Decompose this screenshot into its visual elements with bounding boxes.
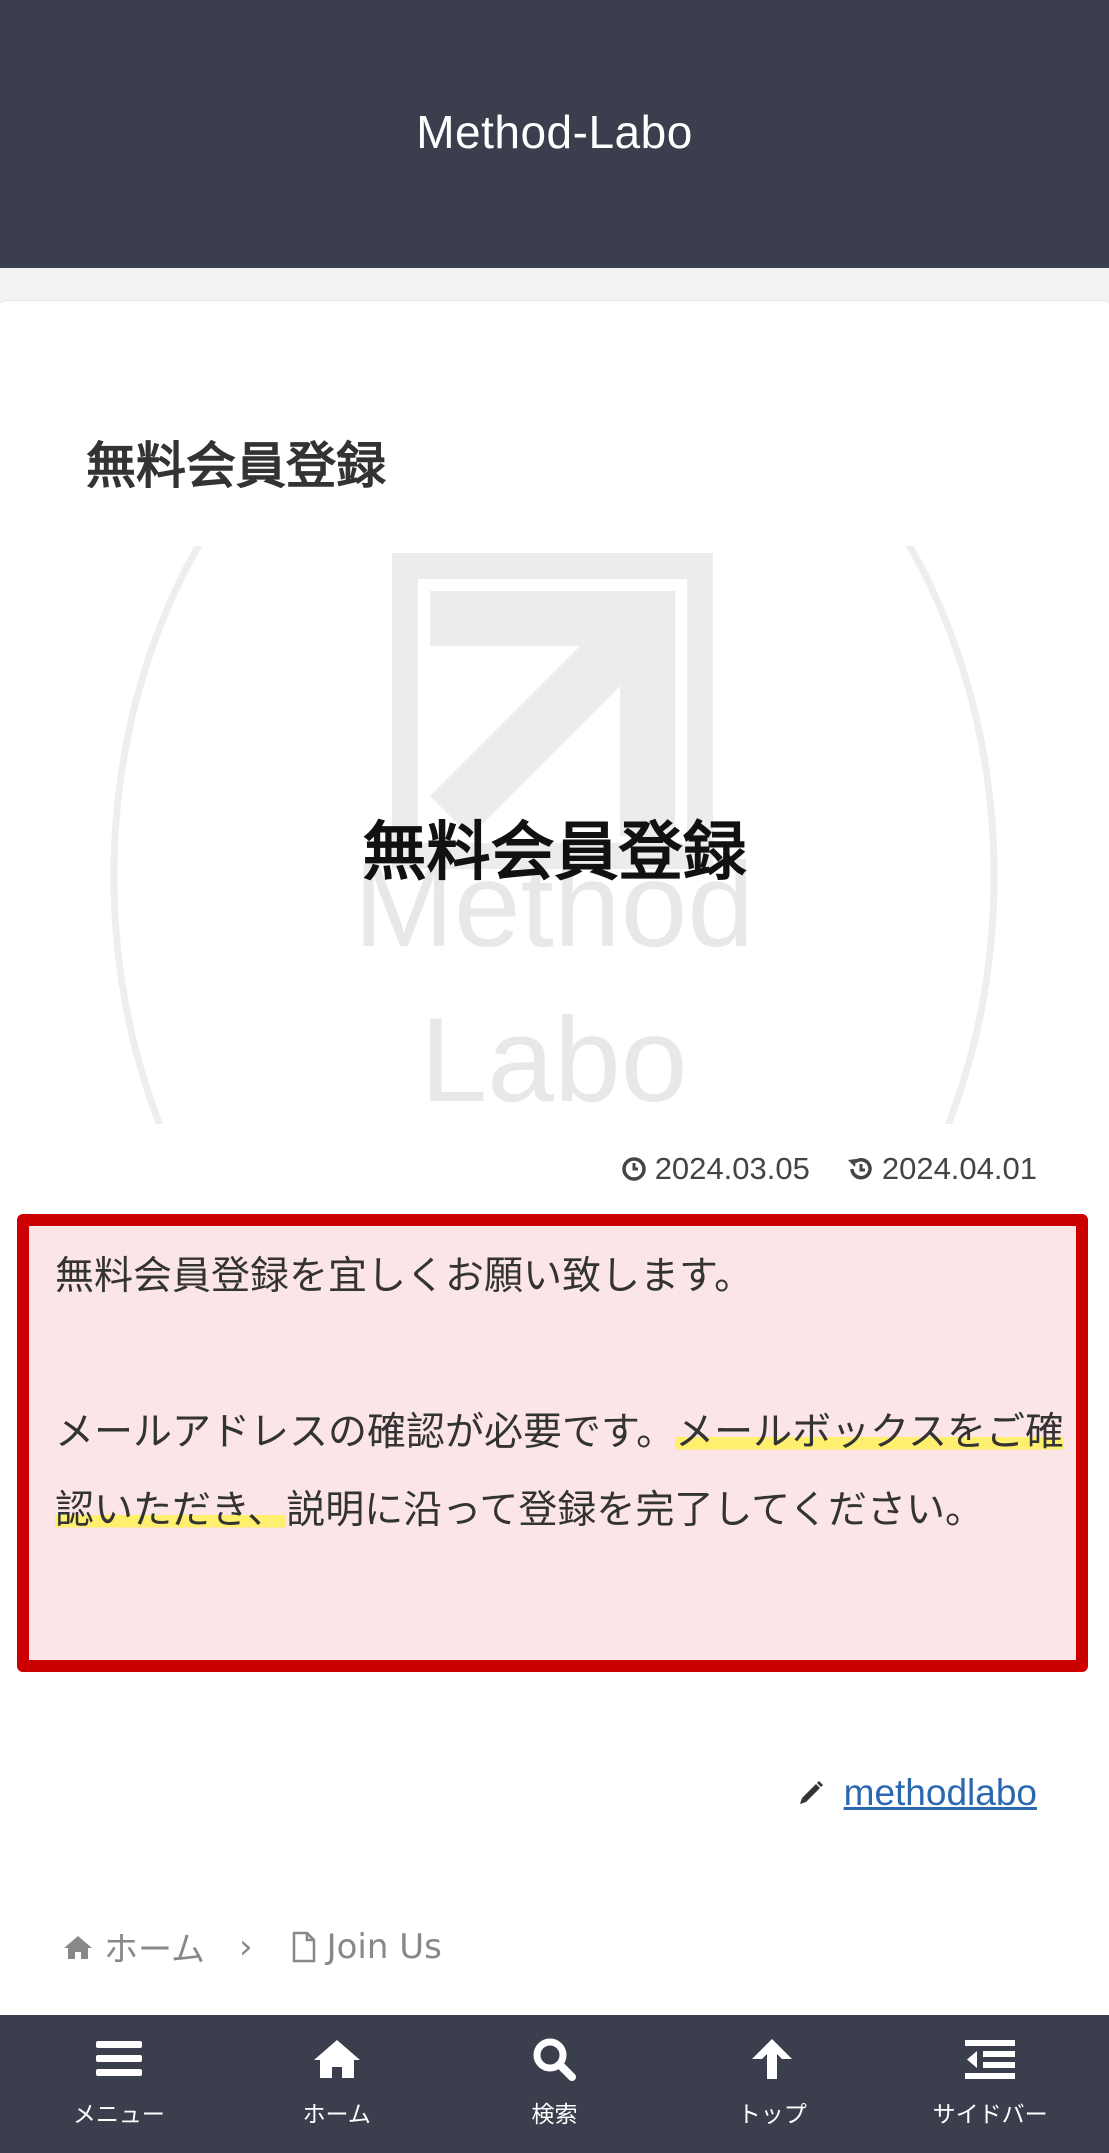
- published-date: 2024.03.05: [621, 1151, 810, 1187]
- page-title: 無料会員登録: [86, 437, 386, 495]
- notice-box: 無料会員登録を宜しくお願い致します。 メールアドレスの確認が必要です。メールボッ…: [17, 1214, 1088, 1672]
- sidebar-label: サイドバー: [932, 2102, 1048, 2128]
- breadcrumb-home-label[interactable]: ホーム: [104, 1922, 205, 1971]
- sidebar-button[interactable]: サイドバー: [890, 2015, 1090, 2153]
- eyecatch-title: 無料会員登録: [362, 816, 747, 890]
- top-label: トップ: [737, 2102, 807, 2128]
- clock-icon: [621, 1157, 646, 1181]
- bottom-nav: メニュー ホーム 検索 トップ サイドバー: [0, 2015, 1109, 2153]
- post-dates: 2024.03.05 2024.04.01: [621, 1151, 1037, 1187]
- search-button[interactable]: 検索: [454, 2015, 654, 2153]
- hamburger-icon: [95, 2041, 142, 2076]
- pencil-icon: [799, 1781, 823, 1804]
- chevron-right-icon: ›: [238, 1926, 253, 1967]
- search-label: 検索: [531, 2102, 578, 2128]
- file-icon: [292, 1931, 315, 1962]
- breadcrumb-current-label: Join Us: [326, 1926, 442, 1967]
- search-icon: [533, 2038, 577, 2081]
- published-date-text: 2024.03.05: [654, 1151, 810, 1186]
- author-info: methodlabo: [796, 1772, 1037, 1814]
- menu-label: メニュー: [72, 2102, 165, 2128]
- home-icon: [64, 1935, 92, 1959]
- eyecatch-image: Method Labo 無料会員登録: [0, 546, 1109, 1124]
- breadcrumb: ホーム › Join Us: [62, 1922, 442, 1971]
- breadcrumb-current: Join Us: [291, 1927, 442, 1967]
- indent-icon: [965, 2040, 1016, 2079]
- notice-text: 無料会員登録を宜しくお願い致します。 メールアドレスの確認が必要です。メールボッ…: [55, 1238, 1085, 1550]
- site-title[interactable]: Method-Labo: [416, 105, 693, 159]
- notice-paragraph-2: メールアドレスの確認が必要です。メールボックスをご確認いただき、説明に沿って登録…: [55, 1394, 1085, 1550]
- history-icon: [847, 1157, 872, 1180]
- home-icon: [313, 2040, 360, 2078]
- arrow-up-icon: [752, 2039, 793, 2079]
- updated-date: 2024.04.01: [846, 1151, 1037, 1187]
- breadcrumb-home[interactable]: ホーム: [62, 1922, 205, 1971]
- site-header: Method-Labo: [0, 0, 1109, 268]
- home-label: ホーム: [302, 2102, 371, 2128]
- menu-button[interactable]: メニュー: [19, 2015, 219, 2153]
- author-link[interactable]: methodlabo: [844, 1772, 1037, 1814]
- eyecatch-logo-line2: Labo: [421, 993, 688, 1124]
- scroll-top-button[interactable]: トップ: [672, 2015, 872, 2153]
- home-button[interactable]: ホーム: [237, 2015, 437, 2153]
- updated-date-text: 2024.04.01: [881, 1151, 1037, 1186]
- article-card: 無料会員登録 Method Labo 無料会員登録 2024.03.05 202…: [0, 300, 1109, 2015]
- notice-text-before: メールアドレスの確認が必要です。: [55, 1410, 676, 1455]
- notice-text-after: 説明に沿って登録を完了してください。: [286, 1488, 984, 1533]
- notice-line-1: 無料会員登録を宜しくお願い致します。: [55, 1254, 754, 1299]
